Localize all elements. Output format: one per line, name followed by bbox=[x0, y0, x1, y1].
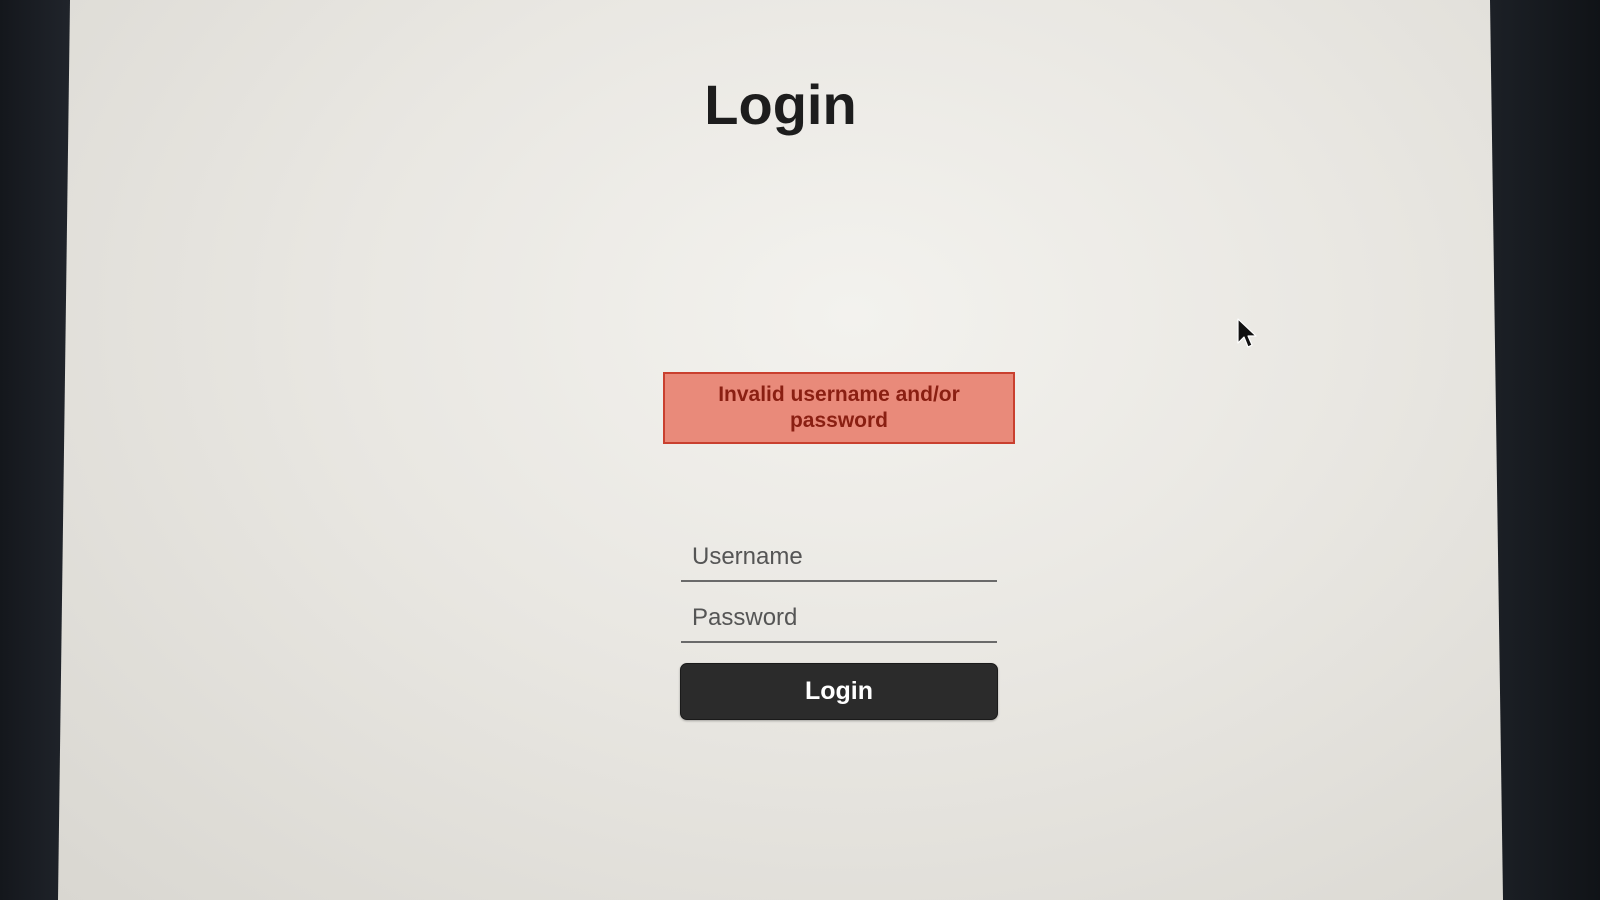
page-title: Login bbox=[704, 73, 857, 136]
error-message: Invalid username and/or password bbox=[718, 383, 960, 432]
monitor-bezel-left bbox=[0, 0, 70, 900]
monitor-bezel-right bbox=[1490, 0, 1600, 900]
username-input[interactable] bbox=[681, 532, 997, 582]
login-screen: Login Invalid username and/or password L… bbox=[58, 0, 1503, 900]
password-input[interactable] bbox=[681, 593, 997, 643]
error-alert: Invalid username and/or password bbox=[663, 372, 1015, 444]
arrow-pointer-icon bbox=[1237, 318, 1257, 348]
login-button[interactable]: Login bbox=[680, 663, 998, 720]
